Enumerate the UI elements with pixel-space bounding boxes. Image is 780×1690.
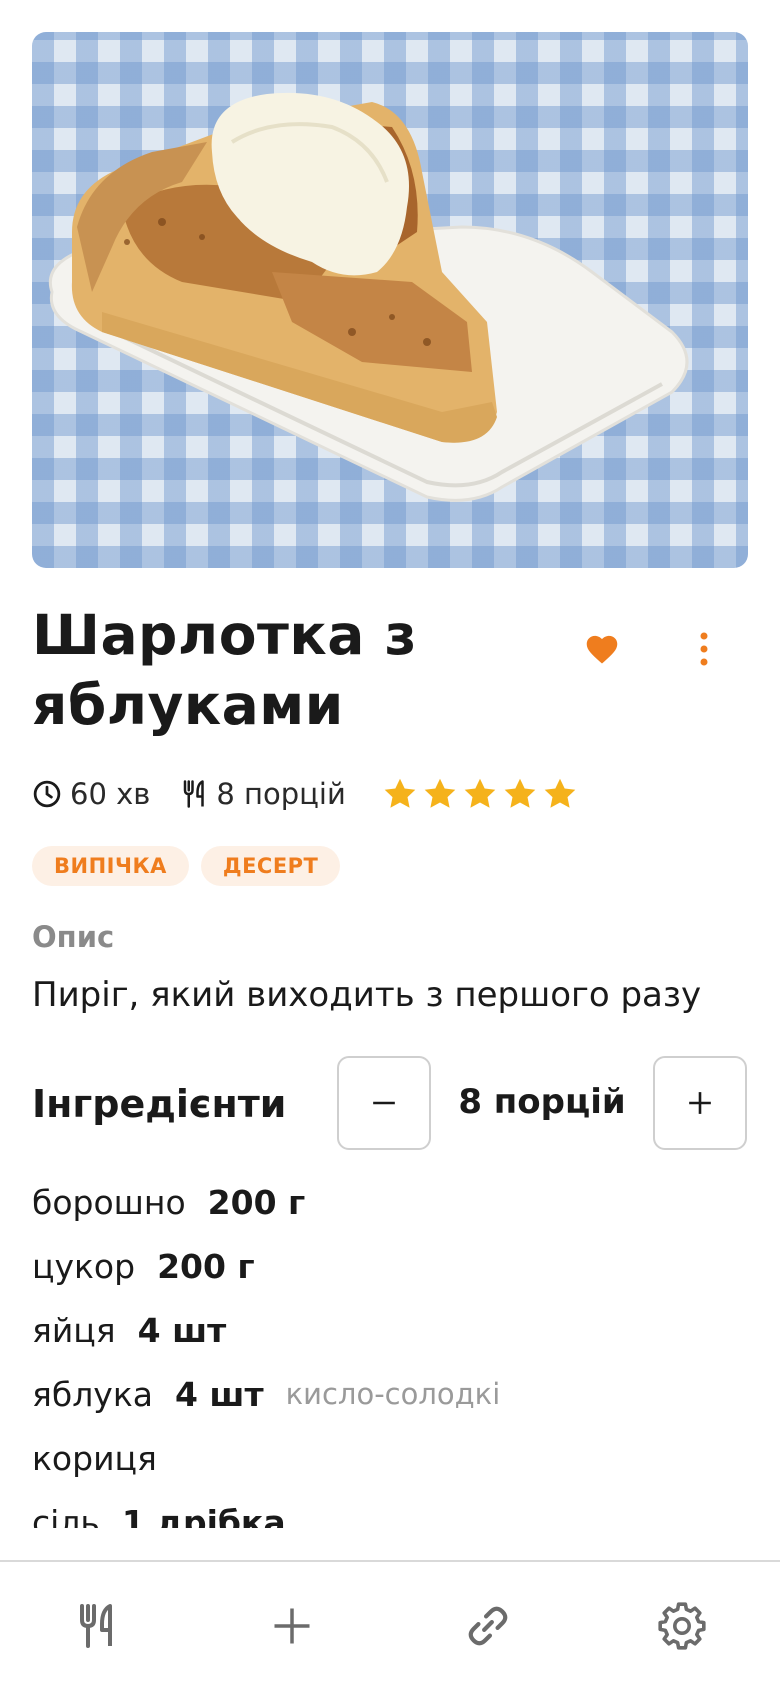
ingredient-quantity: 1 дрібка — [121, 1502, 286, 1529]
ingredient-row: борошно 200 г — [32, 1170, 500, 1234]
ingredient-note: кисло-солодкі — [285, 1377, 501, 1411]
cook-time-value: 60 хв — [70, 777, 151, 811]
favorite-button[interactable] — [580, 627, 624, 671]
recipe-scroll-view[interactable]: Шарлотка з яблуками 60 хв 8 порцій ВИПІЧ… — [0, 0, 780, 1528]
star-icon — [504, 778, 536, 808]
tag-chip[interactable]: ВИПІЧКА — [32, 846, 189, 886]
ingredient-quantity: 200 г — [207, 1182, 306, 1222]
recipe-title: Шарлотка з яблуками — [32, 603, 417, 737]
nav-settings-button[interactable] — [634, 1578, 730, 1674]
ingredient-row: яйця 4 шт — [32, 1298, 500, 1362]
star-icon — [544, 778, 576, 808]
plus-icon — [689, 1092, 711, 1114]
ingredient-list: борошно 200 г цукор 200 г яйця 4 шт яблука 4 шт… — [32, 1170, 500, 1529]
ingredient-row: сіль 1 дрібка — [32, 1490, 500, 1529]
star-icon — [384, 778, 416, 808]
servings: 8 порцій — [182, 777, 346, 811]
ingredient-name: кориця — [32, 1438, 157, 1478]
ingredient-name: яблука — [32, 1374, 153, 1414]
heart-icon — [586, 635, 618, 664]
cook-time: 60 хв — [32, 777, 150, 811]
increase-servings-button[interactable] — [653, 1056, 747, 1150]
tag-chip[interactable]: ДЕСЕРТ — [200, 846, 341, 886]
fork-knife-icon — [80, 1604, 112, 1648]
ingredient-row: кориця — [32, 1426, 500, 1490]
star-icon — [464, 778, 496, 808]
nav-import-link-button[interactable] — [440, 1578, 536, 1674]
ingredient-row: яблука 4 шт кисло-солодкі — [32, 1362, 500, 1426]
ingredients-title: Інгредієнти — [32, 1082, 287, 1126]
nav-recipes-button[interactable] — [50, 1578, 146, 1674]
ingredient-name: яйця — [32, 1310, 116, 1350]
servings-value: 8 порцій — [216, 777, 346, 811]
tag-list: ВИПІЧКА ДЕСЕРТ — [32, 846, 352, 886]
plus-icon — [274, 1608, 310, 1644]
fork-knife-icon — [184, 780, 205, 808]
ingredient-name: цукор — [32, 1246, 136, 1286]
nav-add-button[interactable] — [244, 1578, 340, 1674]
ingredient-quantity: 4 шт — [174, 1374, 264, 1414]
decrease-servings-button[interactable] — [337, 1056, 431, 1150]
link-icon — [468, 1606, 508, 1646]
more-vertical-icon — [700, 632, 708, 666]
gear-icon — [658, 1602, 706, 1650]
ingredient-row: цукор 200 г — [32, 1234, 500, 1298]
servings-count: 8 порцій — [458, 1082, 626, 1122]
rating-stars — [382, 776, 582, 812]
ingredient-quantity: 200 г — [157, 1246, 255, 1286]
more-options-button[interactable] — [686, 627, 722, 671]
clock-icon — [33, 780, 61, 808]
recipe-photo — [32, 32, 748, 568]
bottom-navigation — [0, 1560, 780, 1690]
star-icon — [424, 778, 456, 808]
ingredient-name: борошно — [32, 1182, 186, 1222]
ingredient-quantity: 4 шт — [137, 1310, 227, 1350]
recipe-meta: 60 хв 8 порцій — [32, 772, 582, 816]
description-label: Опис — [32, 920, 115, 954]
ingredient-name: сіль — [32, 1502, 100, 1529]
description-text: Пиріг, який виходить з першого разу — [32, 975, 702, 1015]
minus-icon — [373, 1101, 395, 1105]
